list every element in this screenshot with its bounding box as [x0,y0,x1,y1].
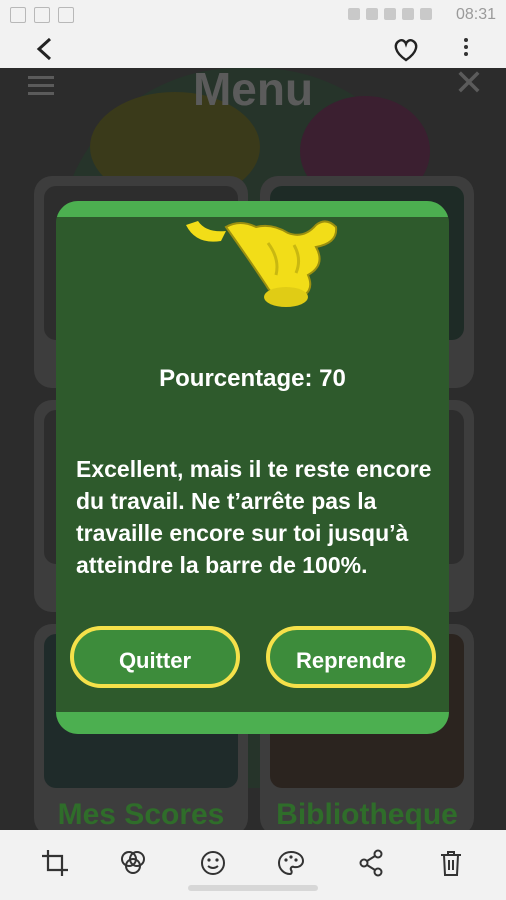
tile-label: Mes Scores [57,798,225,830]
percentage-label: Pourcentage: 70 [159,365,346,392]
close-icon[interactable]: ✕ [454,68,484,104]
back-icon[interactable] [34,36,56,65]
trash-icon[interactable] [436,848,466,878]
crop-icon[interactable] [40,848,70,878]
resume-button[interactable]: Reprendre [266,626,436,688]
viewer-toolbar [0,30,506,68]
app-header: Menu ✕ [0,68,506,126]
cast-icon [348,8,360,20]
status-bar: 08:31 [0,0,506,30]
page-title: Menu [192,68,314,115]
dialog-bottom-accent [56,712,449,734]
system-icons [348,8,432,20]
result-message: Excellent, mais il te reste encore du tr… [76,456,432,578]
alarm-icon [366,8,378,20]
message-icon [58,7,74,23]
trophy-icon [186,220,338,307]
heart-icon[interactable] [392,38,420,67]
filter-icon[interactable] [118,848,148,878]
tile-label: Bibliotheque [276,798,458,830]
share-icon[interactable] [356,848,386,878]
music-icon [34,7,50,23]
palette-icon[interactable] [276,848,306,878]
app-screen: Menu ✕ Mes Scores Bibliotheque Pourcenta… [0,68,506,830]
quit-button[interactable]: Quitter [70,626,240,688]
notification-icons [10,7,74,23]
gallery-icon [10,7,26,23]
sticker-icon[interactable] [198,848,228,878]
call-icon [384,8,396,20]
battery-icon [420,8,432,20]
status-time: 08:31 [455,6,496,23]
signal-icon [402,8,414,20]
more-icon[interactable] [464,38,468,56]
home-indicator [188,885,318,891]
